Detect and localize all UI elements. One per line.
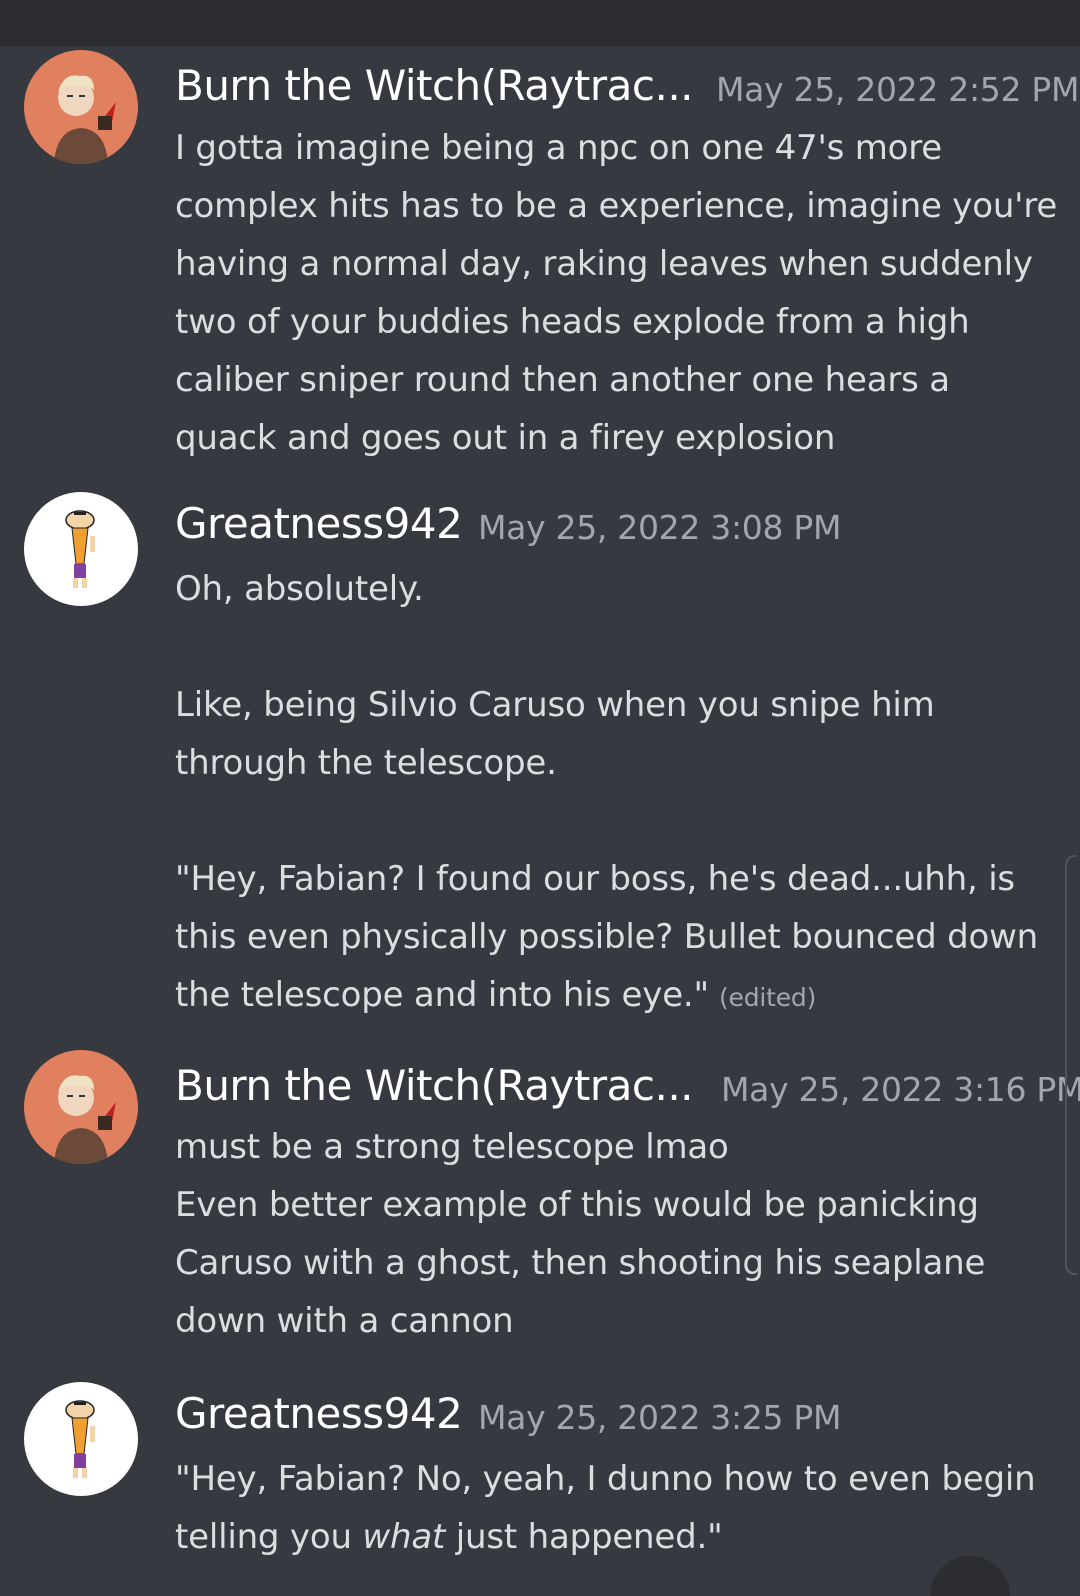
username[interactable]: Greatness942 bbox=[175, 494, 463, 554]
message-line: caliber sniper round then another one he… bbox=[175, 360, 950, 400]
message-line: "Hey, Fabian? No, yeah, I dunno how to e… bbox=[175, 1459, 1036, 1499]
message-line: down with a cannon bbox=[175, 1301, 514, 1341]
edited-label: (edited) bbox=[718, 983, 817, 1012]
message-line bbox=[175, 618, 1065, 676]
message-line: I gotta imagine being a npc on one 47's … bbox=[175, 128, 943, 168]
message-content: Oh, absolutely. Like, being Silvio Carus… bbox=[175, 560, 1065, 1024]
message-line: through the telescope. bbox=[175, 743, 557, 783]
message-line: "Hey, Fabian? I found our boss, he's dea… bbox=[175, 859, 1015, 899]
message-line: having a normal day, raking leaves when … bbox=[175, 244, 1033, 284]
username[interactable]: Greatness942 bbox=[175, 1384, 463, 1444]
message-line-text: just happened." bbox=[445, 1517, 723, 1557]
message-content: must be a strong telescope lmao Even bet… bbox=[175, 1118, 1065, 1350]
message-line-text: telling you bbox=[175, 1517, 363, 1557]
user-avatar-white-icon[interactable] bbox=[24, 1382, 138, 1496]
user-avatar-white-icon[interactable] bbox=[24, 492, 138, 606]
username[interactable]: Burn the Witch(Raytrac... bbox=[175, 56, 694, 116]
message-line: quack and goes out in a firey explosion bbox=[175, 418, 836, 458]
message-line: Even better example of this would be pan… bbox=[175, 1185, 979, 1225]
user-avatar-orange-icon[interactable] bbox=[24, 50, 138, 164]
message-line: Oh, absolutely. bbox=[175, 569, 424, 609]
message-line: complex hits has to be a experience, ima… bbox=[175, 186, 1058, 226]
message-line: two of your buddies heads explode from a… bbox=[175, 302, 970, 342]
timestamp: May 25, 2022 3:16 PM bbox=[721, 1070, 1080, 1109]
message-content: I gotta imagine being a npc on one 47's … bbox=[175, 119, 1065, 467]
message-content: "Hey, Fabian? No, yeah, I dunno how to e… bbox=[175, 1450, 1065, 1566]
message-line: telling you what just happened." bbox=[175, 1508, 1065, 1566]
message-line: Like, being Silvio Caruso when you snipe… bbox=[175, 685, 935, 725]
user-avatar-orange-icon[interactable] bbox=[24, 1050, 138, 1164]
timestamp: May 25, 2022 2:52 PM bbox=[716, 70, 1080, 109]
message-line: this even physically possible? Bullet bo… bbox=[175, 917, 1039, 957]
message-line: the telescope and into his eye." (edited) bbox=[175, 966, 1065, 1024]
scrollbar[interactable] bbox=[1065, 855, 1077, 1275]
message-line bbox=[175, 792, 1065, 850]
top-bar bbox=[0, 0, 1080, 46]
username[interactable]: Burn the Witch(Raytrac... bbox=[175, 1056, 694, 1116]
emphasis-text: what bbox=[362, 1517, 446, 1557]
message-line-text: the telescope and into his eye." bbox=[175, 975, 709, 1015]
timestamp: May 25, 2022 3:25 PM bbox=[478, 1398, 842, 1437]
timestamp: May 25, 2022 3:08 PM bbox=[478, 508, 842, 547]
message-line: must be a strong telescope lmao bbox=[175, 1127, 729, 1167]
message-line: Caruso with a ghost, then shooting his s… bbox=[175, 1243, 986, 1283]
